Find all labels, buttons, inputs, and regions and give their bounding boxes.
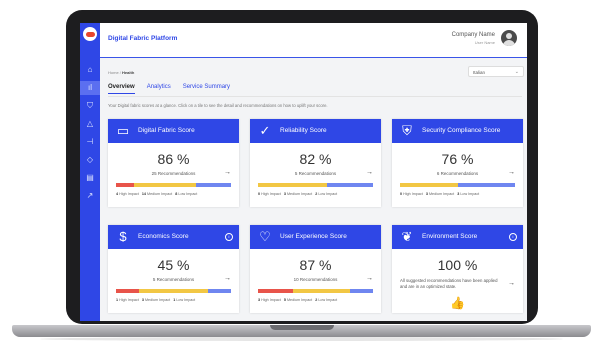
tab-service-summary[interactable]: Service Summary [183, 82, 230, 94]
impact-segment-low [350, 289, 373, 293]
filter-select[interactable]: Italian ⌄ [468, 66, 524, 77]
score-value: 82 % [299, 151, 332, 167]
impact-segment-medium [400, 183, 458, 187]
user-name: User Name [474, 40, 495, 45]
card-title: Reliability Score [280, 127, 327, 134]
impact-segment-high [116, 183, 134, 187]
top-bar: Digital Fabric Platform Company Name Use… [100, 23, 527, 58]
company-name: Company Name [451, 32, 495, 38]
card-header: $ Economics Score i [108, 225, 239, 249]
score-card-reliability[interactable]: ✓ Reliability Score 82 % 5 Recommendatio… [250, 119, 381, 207]
impact-bar [116, 183, 231, 187]
impact-bar [116, 289, 231, 293]
check-circle-icon: ✓ [259, 123, 271, 138]
export-icon[interactable]: ↗ [80, 189, 100, 203]
score-value: 76 % [441, 151, 474, 167]
thumbs-up-icon: 👍 [450, 296, 465, 310]
score-card-user-experience[interactable]: ♡ User Experience Score 87 % 10 Recommen… [250, 225, 381, 313]
score-value: 100 % [437, 257, 478, 273]
filter-selected-value: Italian [473, 70, 486, 75]
score-card-economics[interactable]: $ Economics Score i 45 % 5 Recommendatio… [108, 225, 239, 313]
tag-icon[interactable]: ◇ [80, 153, 100, 167]
info-icon[interactable]: i [225, 233, 233, 241]
card-title: User Experience Score [280, 233, 347, 240]
analytics-icon[interactable]: ıl [80, 81, 100, 95]
impact-segment-low [457, 183, 515, 187]
tab-bar: Overview Analytics Service Summary [108, 82, 230, 94]
app-logo[interactable] [83, 27, 97, 41]
impact-segment-medium [133, 183, 196, 187]
leaf-icon: ❦ [401, 229, 413, 244]
document-icon[interactable]: ▤ [80, 171, 100, 185]
score-card-digital-fabric[interactable]: ▭ Digital Fabric Score 86 % 25 Recommend… [108, 119, 239, 207]
impact-legend: 1 High Impact 3 Medium Impact 1 Low Impa… [116, 298, 196, 302]
optimized-message: All suggested recommendations have been … [400, 278, 498, 289]
arrow-right-icon[interactable]: → [224, 169, 231, 176]
laptop-shadow [40, 337, 563, 341]
sidebar: ⌂ ıl ⛉ △ ⊣ ◇ ▤ ↗ [80, 23, 100, 321]
shield-icon: ⛨ [402, 123, 412, 138]
laptop-notch [270, 325, 334, 330]
chevron-down-icon: ⌄ [514, 69, 519, 75]
impact-segment-high [258, 289, 293, 293]
score-card-environment[interactable]: ❦ Environment Score i 100 % All suggeste… [392, 225, 523, 313]
score-value: 86 % [157, 151, 190, 167]
app-screen: ⌂ ıl ⛉ △ ⊣ ◇ ▤ ↗ Digital Fabric Platform… [80, 23, 527, 321]
score-card-security-compliance[interactable]: ⛨ Security Compliance Score 76 % 6 Recom… [392, 119, 523, 207]
impact-legend: 0 High Impact 3 Medium Impact 3 Low Impa… [400, 192, 480, 196]
card-title: Security Compliance Score [422, 127, 501, 134]
tab-overview[interactable]: Overview [108, 82, 135, 94]
score-value: 45 % [157, 257, 190, 273]
card-header: ✓ Reliability Score [250, 119, 381, 143]
card-title: Economics Score [138, 233, 189, 240]
impact-legend: 4 High Impact 14 Medium Impact 8 Low Imp… [116, 192, 198, 196]
recommendations-count: 5 Recommendations [294, 171, 337, 176]
impact-segment-medium [292, 289, 350, 293]
bell-icon[interactable]: △ [80, 117, 100, 131]
app-title: Digital Fabric Platform [108, 35, 178, 42]
card-header: ⛨ Security Compliance Score [392, 119, 523, 143]
impact-segment-low [327, 183, 373, 187]
info-icon[interactable]: i [509, 233, 517, 241]
home-icon[interactable]: ⌂ [80, 63, 100, 77]
card-title: Environment Score [422, 233, 478, 240]
tab-analytics[interactable]: Analytics [147, 82, 171, 94]
arrow-right-icon[interactable]: → [366, 169, 373, 176]
impact-bar [400, 183, 515, 187]
hierarchy-icon[interactable]: ⊣ [80, 135, 100, 149]
impact-segment-medium [258, 183, 327, 187]
impact-bar [258, 289, 373, 293]
card-header: ❦ Environment Score i [392, 225, 523, 249]
recommendations-count: 10 Recommendations [293, 277, 338, 282]
cart-icon[interactable]: ⛉ [80, 99, 100, 113]
impact-segment-low [195, 183, 231, 187]
score-value: 87 % [299, 257, 332, 273]
intro-text: Your Digital fabric scores at a glance. … [108, 103, 328, 108]
arrow-right-icon[interactable]: → [508, 169, 515, 176]
card-title: Digital Fabric Score [138, 127, 195, 134]
impact-bar [258, 183, 373, 187]
impact-segment-medium [139, 289, 208, 293]
heart-icon: ♡ [259, 229, 271, 244]
breadcrumb: Home / Health [108, 70, 134, 75]
impact-legend: 3 High Impact 5 Medium Impact 2 Low Impa… [258, 298, 338, 302]
breadcrumb-parent[interactable]: Home / [108, 70, 121, 75]
tab-divider [108, 96, 522, 97]
breadcrumb-current: Health [122, 70, 135, 75]
dollar-icon: $ [119, 229, 127, 244]
recommendations-count: 5 Recommendations [152, 277, 195, 282]
recommendations-count: 25 Recommendations [151, 171, 196, 176]
impact-segment-low [208, 289, 231, 293]
arrow-right-icon[interactable]: → [366, 275, 373, 282]
impact-segment-high [116, 289, 139, 293]
card-header: ♡ User Experience Score [250, 225, 381, 249]
impact-legend: 0 High Impact 3 Medium Impact 2 Low Impa… [258, 192, 338, 196]
card-header: ▭ Digital Fabric Score [108, 119, 239, 143]
arrow-right-icon[interactable]: → [508, 280, 515, 287]
avatar[interactable] [501, 30, 517, 46]
monitor-icon: ▭ [116, 123, 130, 138]
recommendations-count: 6 Recommendations [436, 171, 479, 176]
arrow-right-icon[interactable]: → [224, 275, 231, 282]
